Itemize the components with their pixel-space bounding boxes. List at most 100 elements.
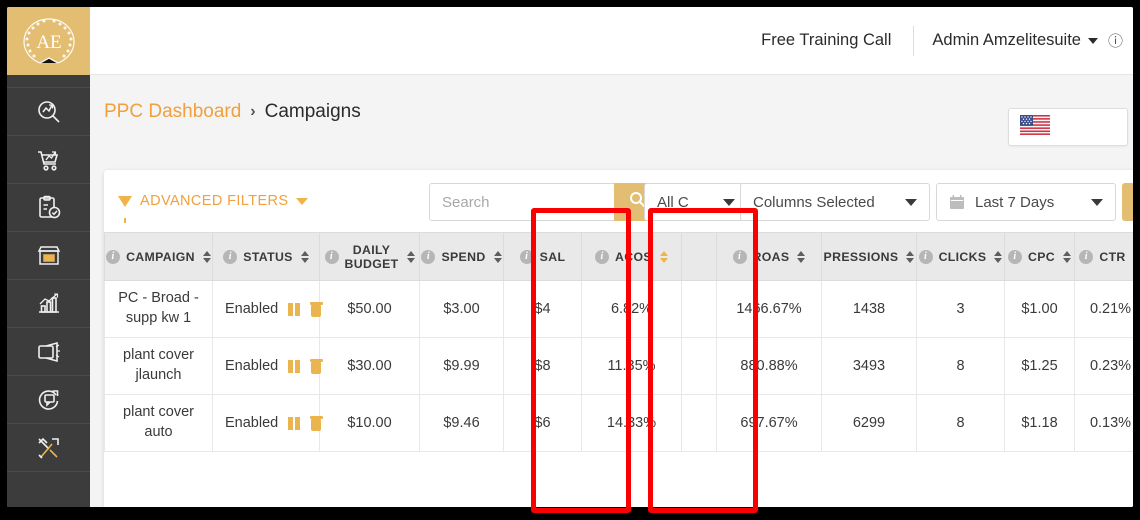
chevron-down-icon xyxy=(1087,37,1098,44)
cell-acos: 6.82% xyxy=(581,280,682,338)
th-roas-label: ROAS xyxy=(752,249,790,264)
th-acos[interactable]: i ACOS xyxy=(581,232,682,281)
pause-icon[interactable] xyxy=(288,416,300,430)
campaigns-table: i CAMPAIGN i STATUS i DAILY BUDGET i SPE… xyxy=(104,232,1133,452)
sort-icon[interactable] xyxy=(1063,250,1072,263)
th-clicks[interactable]: i CLICKS xyxy=(916,232,1005,281)
th-campaign-label: CAMPAIGN xyxy=(126,249,195,264)
info-icon[interactable]: i xyxy=(1079,249,1094,264)
info-icon[interactable]: i xyxy=(918,249,933,264)
info-icon[interactable]: i xyxy=(1008,249,1022,264)
sort-icon[interactable] xyxy=(659,250,668,263)
info-icon[interactable]: i xyxy=(324,249,339,264)
sort-icon[interactable] xyxy=(994,250,1003,263)
bar-chart-growth-icon xyxy=(36,291,62,317)
pause-icon[interactable] xyxy=(288,359,300,373)
storefront-icon xyxy=(36,243,62,269)
cell-campaign[interactable]: plant cover auto xyxy=(104,394,213,452)
th-status-label: STATUS xyxy=(243,249,293,264)
cell-daily-budget[interactable]: $50.00 xyxy=(319,280,420,338)
funnel-icon xyxy=(118,195,132,223)
sidebar-item-reports[interactable] xyxy=(7,280,90,328)
user-menu-label: Admin Amzelitesuite xyxy=(932,31,1081,49)
marketplace-selector[interactable] xyxy=(1008,108,1128,146)
cell-sales: $6 xyxy=(503,394,582,452)
sort-icon[interactable] xyxy=(493,250,502,263)
th-campaign[interactable]: i CAMPAIGN xyxy=(104,232,213,281)
cell-cpc: $1.25 xyxy=(1004,337,1075,395)
user-menu[interactable]: Admin Amzelitesuite xyxy=(914,31,1098,50)
table-header: i CAMPAIGN i STATUS i DAILY BUDGET i SPE… xyxy=(104,232,1133,281)
sort-icon[interactable] xyxy=(797,250,806,263)
app-logo[interactable]: AE xyxy=(7,7,90,75)
th-cpc[interactable]: i CPC xyxy=(1004,232,1075,281)
chevron-down-icon xyxy=(1091,198,1103,206)
cell-ctr: 0.21% xyxy=(1074,280,1133,338)
info-icon[interactable]: i xyxy=(421,249,436,264)
th-spend[interactable]: i SPEND xyxy=(419,232,504,281)
breadcrumb-row: PPC Dashboard › Campaigns xyxy=(90,75,1133,148)
table-row[interactable]: PC - Broad - supp kw 1 Enabled $50.00 $3… xyxy=(104,280,1133,338)
cell-roas: 1466.67% xyxy=(716,280,822,338)
sidebar-item-research[interactable] xyxy=(7,88,90,136)
breadcrumb-parent[interactable]: PPC Dashboard xyxy=(104,101,241,123)
th-ctr[interactable]: i CTR xyxy=(1074,232,1133,281)
info-icon[interactable]: i xyxy=(732,249,747,264)
sort-icon[interactable] xyxy=(906,250,915,263)
sidebar-item-tools[interactable] xyxy=(7,424,90,472)
pause-icon[interactable] xyxy=(288,302,300,316)
columns-selected-value: Columns Selected xyxy=(753,193,875,211)
chevron-down-icon xyxy=(296,197,309,205)
cell-clicks: 3 xyxy=(916,280,1005,338)
advanced-filters-button[interactable]: ADVANCED FILTERS xyxy=(118,193,309,223)
info-icon[interactable]: i xyxy=(519,249,534,264)
sidebar-item-sales[interactable] xyxy=(7,136,90,184)
cell-campaign[interactable]: plant cover jlaunch xyxy=(104,337,213,395)
th-sales[interactable]: i SAL xyxy=(503,232,582,281)
breadcrumb-current: Campaigns xyxy=(264,100,361,122)
campaigns-table-scroll[interactable]: i CAMPAIGN i STATUS i DAILY BUDGET i SPE… xyxy=(104,232,1133,507)
sidebar: AE xyxy=(7,7,90,507)
columns-selected-dropdown[interactable]: Columns Selected xyxy=(740,183,930,221)
cell-daily-budget[interactable]: $10.00 xyxy=(319,394,420,452)
th-cpc-label: CPC xyxy=(1028,249,1056,264)
sidebar-item-storefront[interactable] xyxy=(7,232,90,280)
sort-icon[interactable] xyxy=(202,250,211,263)
cell-roas: 880.88% xyxy=(716,337,822,395)
table-row[interactable]: plant cover auto Enabled $10.00 $9.46 $6… xyxy=(104,394,1133,452)
info-icon[interactable]: i xyxy=(106,249,121,264)
cell-clicks: 8 xyxy=(916,394,1005,452)
megaphone-icon xyxy=(36,339,62,365)
info-icon[interactable]: i xyxy=(595,249,610,264)
logo-monogram: AE xyxy=(36,32,61,53)
th-impressions[interactable]: PRESSIONS xyxy=(821,232,917,281)
search-input[interactable] xyxy=(429,183,614,221)
info-icon[interactable]: ⓘ xyxy=(1098,30,1133,51)
status-label: Enabled xyxy=(225,415,279,431)
table-row[interactable]: plant cover jlaunch Enabled $30.00 $9.99… xyxy=(104,337,1133,395)
sidebar-item-inventory[interactable] xyxy=(7,184,90,232)
cell-orders xyxy=(681,394,717,452)
sidebar-item-marketing[interactable] xyxy=(7,328,90,376)
sort-icon[interactable] xyxy=(406,250,415,263)
cell-ctr: 0.23% xyxy=(1074,337,1133,395)
cell-campaign[interactable]: PC - Broad - supp kw 1 xyxy=(104,280,213,338)
calendar-icon xyxy=(949,194,965,210)
cell-daily-budget[interactable]: $30.00 xyxy=(319,337,420,395)
sort-icon[interactable] xyxy=(300,250,309,263)
date-range-dropdown[interactable]: Last 7 Days xyxy=(936,183,1116,221)
add-campaign-button[interactable]: + xyxy=(1122,183,1133,221)
cell-acos: 11.35% xyxy=(581,337,682,395)
campaign-type-dropdown[interactable]: All C xyxy=(644,183,744,221)
info-icon[interactable]: i xyxy=(223,249,238,264)
table-body: PC - Broad - supp kw 1 Enabled $50.00 $3… xyxy=(104,280,1133,452)
th-roas[interactable]: i ROAS xyxy=(716,232,822,281)
cell-ctr: 0.13% xyxy=(1074,394,1133,452)
free-training-call-link[interactable]: Free Training Call xyxy=(739,31,913,50)
th-daily-budget[interactable]: i DAILY BUDGET xyxy=(319,232,420,281)
th-orders[interactable] xyxy=(681,232,717,281)
cell-sales: $4 xyxy=(503,280,582,338)
th-status[interactable]: i STATUS xyxy=(212,232,320,281)
status-label: Enabled xyxy=(225,301,279,317)
sidebar-item-feedback[interactable] xyxy=(7,376,90,424)
